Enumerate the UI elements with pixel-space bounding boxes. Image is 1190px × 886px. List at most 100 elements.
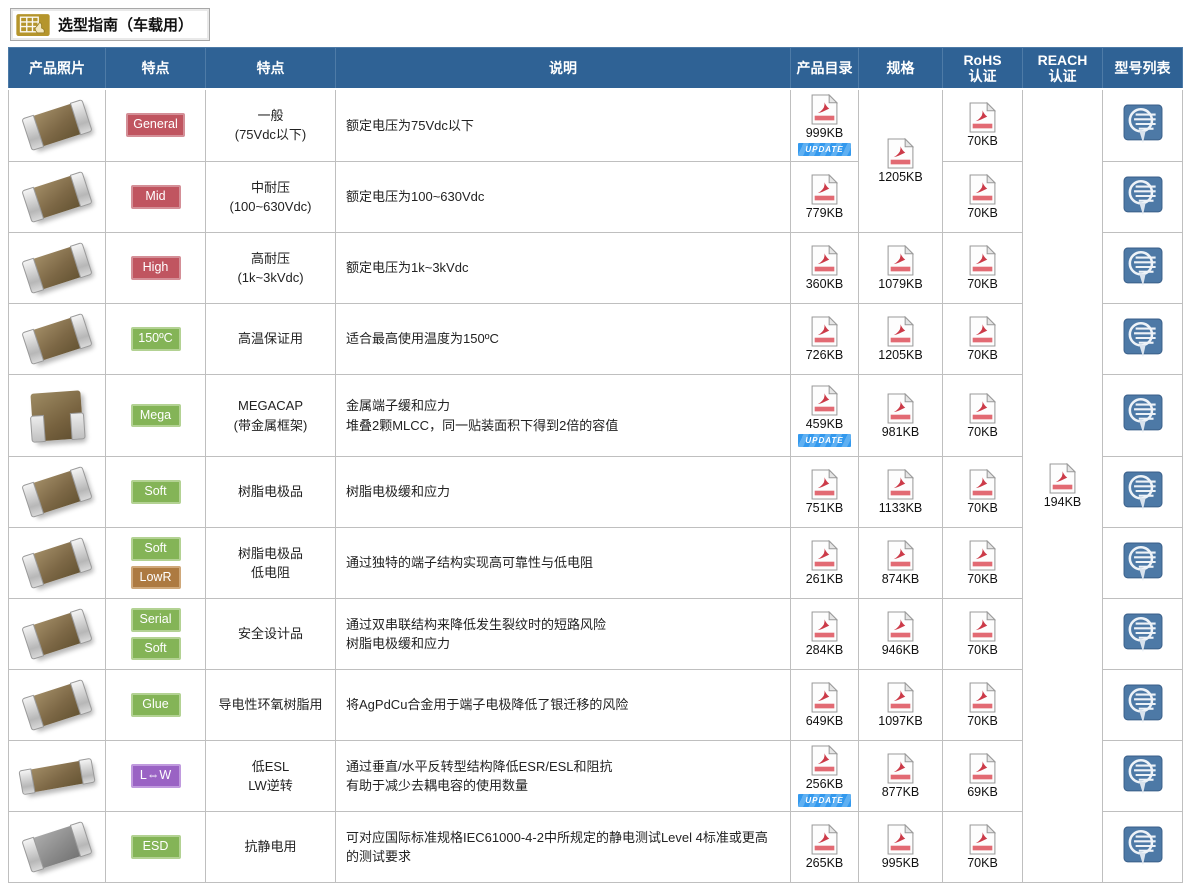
update-badge: UPDATE (798, 794, 850, 807)
pdf-icon (887, 824, 914, 855)
model-list-icon[interactable] (1123, 542, 1163, 582)
file-size: 261KB (806, 572, 844, 586)
product-photo (24, 610, 91, 659)
file-size: 70KB (967, 348, 998, 362)
catalog-pdf-link[interactable]: 261KB (806, 540, 844, 586)
pdf-icon (969, 540, 996, 571)
description-text: 将AgPdCu合金用于端子电极降低了银迁移的风险 (336, 670, 791, 741)
model-list-icon[interactable] (1123, 394, 1163, 434)
feature-text: 树脂电极品 低电阻 (206, 528, 336, 599)
rohs-pdf-link[interactable]: 70KB (967, 102, 998, 148)
spec-pdf-link[interactable]: 1079KB (878, 245, 922, 291)
model-list-icon[interactable] (1123, 176, 1163, 216)
feature-badge: Soft (131, 537, 181, 561)
pdf-icon (969, 245, 996, 276)
feature-badge: General (126, 113, 184, 137)
catalog-pdf-link[interactable]: 779KB (806, 174, 844, 220)
model-list-icon[interactable] (1123, 613, 1163, 653)
rohs-pdf-link[interactable]: 69KB (967, 753, 998, 799)
spec-pdf-link[interactable]: 874KB (882, 540, 920, 586)
pdf-icon (811, 540, 838, 571)
feature-text: 中耐压 (100~630Vdc) (206, 162, 336, 233)
model-list-icon[interactable] (1123, 471, 1163, 511)
spec-pdf-link[interactable]: 946KB (882, 611, 920, 657)
table-row: L⇔W 低ESL LW逆转 通过垂直/水平反转型结构降低ESR/ESL和阻抗 有… (9, 741, 1183, 812)
file-size: 649KB (806, 714, 844, 728)
product-photo (24, 539, 91, 588)
model-list-icon[interactable] (1123, 684, 1163, 724)
feature-badge: Serial (131, 608, 181, 632)
file-size: 779KB (806, 206, 844, 220)
product-photo (30, 390, 83, 441)
feature-badge: Soft (131, 637, 181, 661)
pdf-icon (887, 682, 914, 713)
catalog-pdf-link[interactable]: 751KB (806, 469, 844, 515)
col-header-desc: 说明 (336, 48, 791, 89)
catalog-pdf-link[interactable]: 726KB (806, 316, 844, 362)
description-text: 通过双串联结构来降低发生裂纹时的短路风险 树脂电极缓和应力 (336, 599, 791, 670)
col-header-feature: 特点 (206, 48, 336, 89)
spec-pdf-link[interactable]: 1133KB (879, 469, 923, 515)
rohs-pdf-link[interactable]: 70KB (967, 316, 998, 362)
file-size: 70KB (967, 856, 998, 870)
table-row: ESD 抗静电用 可对应国际标准规格IEC61000-4-2中所规定的静电测试L… (9, 812, 1183, 883)
col-header-photo: 产品照片 (9, 48, 106, 89)
feature-text: 低ESL LW逆转 (206, 741, 336, 812)
catalog-pdf-link[interactable]: 265KB (806, 824, 844, 870)
catalog-pdf-link[interactable]: 256KB UPDATE (798, 745, 850, 807)
product-photo (24, 315, 91, 364)
col-header-badge: 特点 (106, 48, 206, 89)
rohs-pdf-link[interactable]: 70KB (967, 540, 998, 586)
selection-guide-icon (16, 12, 50, 37)
file-size: 70KB (967, 643, 998, 657)
catalog-pdf-link[interactable]: 360KB (806, 245, 844, 291)
pdf-icon (887, 469, 914, 500)
table-row: Soft 树脂电极品 树脂电极缓和应力 751KB 1133KB 70KB (9, 457, 1183, 528)
file-size: 70KB (967, 206, 998, 220)
rohs-pdf-link[interactable]: 70KB (967, 824, 998, 870)
product-photo (24, 681, 91, 730)
model-list-icon[interactable] (1123, 826, 1163, 866)
model-list-icon[interactable] (1123, 755, 1163, 795)
pdf-icon (811, 245, 838, 276)
file-size: 360KB (806, 277, 844, 291)
pdf-icon (969, 753, 996, 784)
table-row: Serial Soft 安全设计品 通过双串联结构来降低发生裂纹时的短路风险 树… (9, 599, 1183, 670)
file-size: 981KB (882, 425, 920, 439)
file-size: 284KB (806, 643, 844, 657)
rohs-pdf-link[interactable]: 70KB (967, 611, 998, 657)
file-size: 70KB (967, 425, 998, 439)
feature-badge: LowR (131, 566, 181, 590)
spec-pdf-link[interactable]: 1205KB (878, 138, 922, 184)
file-size: 999KB (806, 126, 844, 140)
model-list-icon[interactable] (1123, 247, 1163, 287)
reach-pdf-link[interactable]: 194KB (1044, 463, 1082, 509)
rohs-pdf-link[interactable]: 70KB (967, 245, 998, 291)
col-header-models: 型号列表 (1103, 48, 1183, 89)
spec-pdf-link[interactable]: 1097KB (878, 682, 922, 728)
file-size: 1079KB (878, 277, 922, 291)
catalog-pdf-link[interactable]: 459KB UPDATE (798, 385, 850, 447)
description-text: 适合最高使用温度为150ºC (336, 304, 791, 375)
catalog-pdf-link[interactable]: 284KB (806, 611, 844, 657)
rohs-pdf-link[interactable]: 70KB (967, 393, 998, 439)
spec-pdf-link[interactable]: 995KB (882, 824, 920, 870)
catalog-pdf-link[interactable]: 649KB (806, 682, 844, 728)
spec-pdf-link[interactable]: 981KB (882, 393, 920, 439)
feature-text: 导电性环氧树脂用 (206, 670, 336, 741)
feature-badge: Glue (131, 693, 181, 717)
pdf-icon (969, 102, 996, 133)
catalog-pdf-link[interactable]: 999KB UPDATE (798, 94, 850, 156)
model-list-icon[interactable] (1123, 104, 1163, 144)
pdf-icon (887, 316, 914, 347)
model-list-icon[interactable] (1123, 318, 1163, 358)
rohs-pdf-link[interactable]: 70KB (967, 682, 998, 728)
rohs-pdf-link[interactable]: 70KB (967, 469, 998, 515)
description-text: 金属端子缓和应力 堆叠2颗MLCC，同一贴装面积下得到2倍的容值 (336, 375, 791, 457)
spec-pdf-link[interactable]: 1205KB (878, 316, 922, 362)
rohs-pdf-link[interactable]: 70KB (967, 174, 998, 220)
feature-badge: Mid (131, 185, 181, 209)
spec-pdf-link[interactable]: 877KB (882, 753, 920, 799)
file-size: 1097KB (878, 714, 922, 728)
pdf-icon (887, 611, 914, 642)
